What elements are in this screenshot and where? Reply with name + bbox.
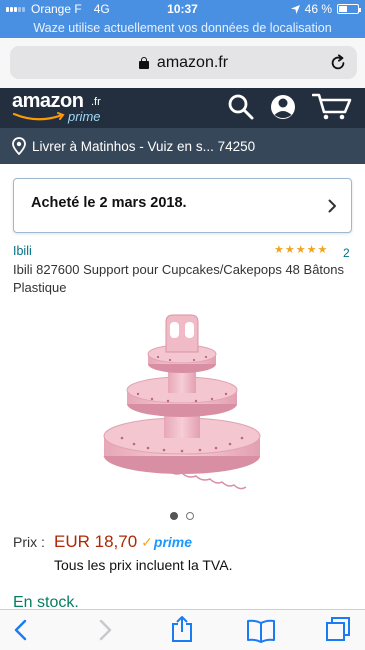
page: Orange F 4G 10:37 46 % Waze utilise actu… bbox=[0, 0, 365, 650]
prime-label: prime bbox=[153, 534, 193, 550]
status-right: 46 % bbox=[290, 2, 361, 16]
carousel-dot[interactable] bbox=[170, 512, 178, 520]
star-icon: ★ bbox=[317, 244, 328, 256]
rating-stars[interactable]: ★ ★ ★ ★ ★ bbox=[274, 245, 327, 256]
location-usage-banner[interactable]: Waze utilise actuellement vos données de… bbox=[0, 19, 365, 38]
delivery-location-bar[interactable]: Livrer à Matinhos - Vuiz en s... 74250 bbox=[0, 128, 365, 164]
star-icon: ★ bbox=[274, 244, 284, 256]
vat-note: Tous les prix incluent la TVA. bbox=[54, 557, 233, 573]
price-value: EUR 18,70 bbox=[54, 532, 138, 551]
carousel-dot[interactable] bbox=[186, 512, 194, 520]
check-icon: ✓ bbox=[141, 534, 153, 550]
logo-prime: prime bbox=[68, 109, 101, 124]
star-icon: ★ bbox=[295, 244, 306, 256]
logo-suffix: .fr bbox=[91, 96, 101, 108]
location-pin-icon bbox=[12, 137, 26, 155]
bookmarks-icon[interactable] bbox=[246, 618, 276, 644]
url-text: amazon.fr bbox=[156, 53, 229, 71]
rating-count-link[interactable]: 2 bbox=[343, 246, 350, 260]
share-icon[interactable] bbox=[170, 615, 194, 643]
product-title: Ibili 827600 Support pour Cupcakes/Cakep… bbox=[13, 262, 344, 295]
cart-icon[interactable] bbox=[312, 92, 352, 122]
battery-percent: 46 % bbox=[304, 2, 332, 16]
price-label: Prix : bbox=[13, 534, 45, 550]
smile-icon bbox=[12, 112, 65, 121]
amazon-prime-logo[interactable]: amazon .fr prime bbox=[12, 90, 101, 124]
star-icon: ★ bbox=[306, 244, 317, 256]
product-image[interactable] bbox=[98, 308, 266, 498]
amazon-header: amazon .fr prime bbox=[0, 88, 365, 128]
location-arrow-icon bbox=[290, 4, 300, 14]
prime-badge: ✓prime bbox=[141, 534, 192, 551]
delivery-location-text: Livrer à Matinhos - Vuiz en s... 74250 bbox=[32, 138, 256, 154]
price-row: Prix : EUR 18,70 ✓prime bbox=[13, 532, 192, 552]
image-carousel-dots[interactable] bbox=[170, 512, 194, 520]
lock-icon bbox=[138, 56, 149, 69]
purchase-history-card[interactable]: Acheté le 2 mars 2018. bbox=[13, 178, 352, 233]
battery-icon bbox=[337, 4, 361, 14]
star-icon: ★ bbox=[284, 244, 295, 256]
tabs-icon[interactable] bbox=[325, 616, 351, 642]
search-icon[interactable] bbox=[227, 93, 255, 121]
status-bar: Orange F 4G 10:37 46 % bbox=[0, 0, 365, 19]
browser-url-area: amazon.fr bbox=[0, 38, 365, 88]
forward-icon[interactable] bbox=[94, 618, 114, 642]
url-bar[interactable]: amazon.fr bbox=[10, 46, 357, 79]
browser-toolbar bbox=[0, 609, 365, 650]
purchase-date-text: Acheté le 2 mars 2018. bbox=[31, 195, 187, 211]
brand-link[interactable]: Ibili bbox=[13, 244, 32, 258]
chevron-right-icon bbox=[328, 199, 336, 213]
back-icon[interactable] bbox=[12, 618, 32, 642]
reload-icon[interactable] bbox=[329, 54, 347, 72]
account-icon[interactable] bbox=[268, 92, 298, 122]
